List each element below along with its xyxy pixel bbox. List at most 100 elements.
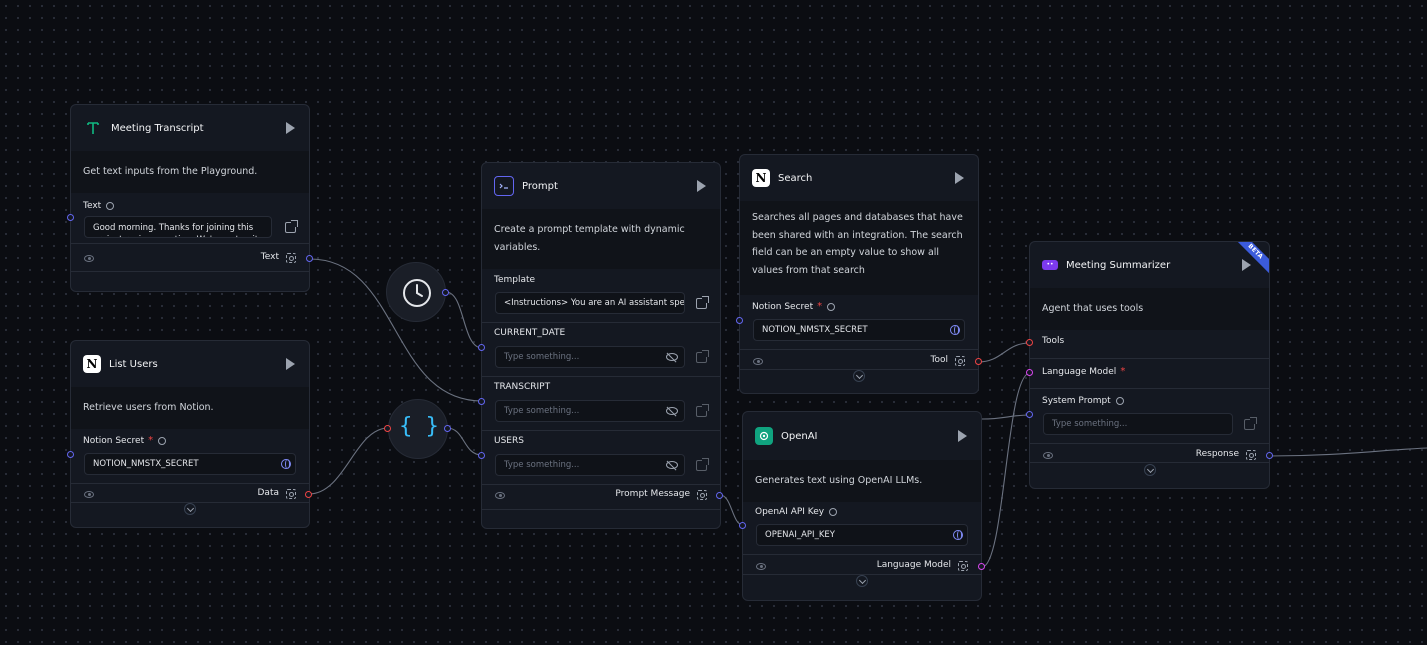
external-link-icon[interactable] xyxy=(696,458,709,471)
required-marker: * xyxy=(817,301,823,312)
input-handle-tools[interactable] xyxy=(1026,339,1033,346)
output-handle-current-date[interactable] xyxy=(442,289,449,296)
transcript-input[interactable]: Type something... xyxy=(495,400,685,422)
node-title: Meeting Summarizer xyxy=(1066,259,1171,271)
inspect-output-icon[interactable] xyxy=(286,489,296,499)
node-prompt[interactable]: Prompt Create a prompt template with dyn… xyxy=(481,162,721,529)
input-handle-transcript[interactable] xyxy=(478,398,485,405)
input-handle-users[interactable] xyxy=(478,452,485,459)
users-input[interactable]: Type something... xyxy=(495,454,685,476)
var-label: TRANSCRIPT xyxy=(494,382,551,392)
globe-icon[interactable] xyxy=(953,530,963,540)
chevron-down-icon[interactable] xyxy=(853,370,865,382)
curly-braces-icon: { } xyxy=(399,414,439,439)
notion-secret-input[interactable]: NOTION_NMSTX_SECRET xyxy=(84,453,296,475)
run-button[interactable] xyxy=(286,122,295,134)
inspect-output-icon[interactable] xyxy=(286,253,296,263)
inspect-output-icon[interactable] xyxy=(697,490,707,500)
eye-off-icon[interactable] xyxy=(666,353,678,361)
info-icon xyxy=(106,202,115,210)
eye-off-icon[interactable] xyxy=(666,461,678,469)
info-icon xyxy=(158,436,167,445)
current-date-input[interactable]: Type something... xyxy=(495,346,685,368)
run-button[interactable] xyxy=(697,180,706,192)
eye-off-icon[interactable] xyxy=(666,407,678,415)
output-label: Response xyxy=(1195,449,1239,459)
edge-prompt-to-openai xyxy=(719,494,744,526)
globe-icon[interactable] xyxy=(950,325,960,335)
output-handle-data[interactable] xyxy=(305,491,312,498)
eye-icon[interactable] xyxy=(495,492,505,499)
chevron-down-icon[interactable] xyxy=(184,503,196,515)
chevron-down-icon[interactable] xyxy=(856,575,868,587)
node-description: Agent that uses tools xyxy=(1030,288,1269,330)
edge-parser-to-prompt xyxy=(446,427,483,456)
required-marker: * xyxy=(148,435,154,446)
eye-icon[interactable] xyxy=(753,358,763,365)
run-button[interactable] xyxy=(958,430,967,442)
run-button[interactable] xyxy=(955,172,964,184)
text-input[interactable]: Good morning. Thanks for joining this pr… xyxy=(84,216,272,238)
output-handle-text[interactable] xyxy=(306,255,313,262)
external-link-icon[interactable] xyxy=(1244,417,1257,430)
external-link-icon[interactable] xyxy=(696,350,709,363)
node-description: Searches all pages and databases that ha… xyxy=(740,201,978,295)
output-handle-tool[interactable] xyxy=(975,358,982,365)
input-handle-notion-secret[interactable] xyxy=(736,317,743,324)
input-handle-parser[interactable] xyxy=(384,425,391,432)
node-list-users[interactable]: N List Users Retrieve users from Notion.… xyxy=(70,340,310,528)
agent-icon: •• xyxy=(1042,260,1058,270)
input-handle-openai-api-key[interactable] xyxy=(739,522,746,529)
run-button[interactable] xyxy=(1242,259,1251,271)
external-link-icon[interactable] xyxy=(696,404,709,417)
edge-clock-to-prompt xyxy=(445,291,483,349)
template-input[interactable]: <Instructions> You are an AI assistant s… xyxy=(495,292,685,314)
input-handle-system-prompt[interactable] xyxy=(1026,411,1033,418)
external-link-icon[interactable] xyxy=(696,296,709,309)
clock-icon xyxy=(403,279,431,307)
node-search[interactable]: N Search Searches all pages and database… xyxy=(739,154,979,394)
output-handle-prompt-message[interactable] xyxy=(716,492,723,499)
info-icon xyxy=(1115,397,1124,405)
inspect-output-icon[interactable] xyxy=(1246,450,1256,460)
output-handle-parser[interactable] xyxy=(444,425,451,432)
input-handle-notion-secret[interactable] xyxy=(67,451,74,458)
node-title: OpenAI xyxy=(781,430,818,442)
field-label: Text xyxy=(83,201,102,211)
eye-icon[interactable] xyxy=(84,491,94,498)
openai-api-key-input[interactable]: OPENAI_API_KEY xyxy=(756,524,968,546)
run-button[interactable] xyxy=(286,358,295,370)
field-label: Notion Secret xyxy=(752,301,814,312)
system-prompt-input[interactable]: Type something... xyxy=(1043,413,1233,435)
eye-icon[interactable] xyxy=(756,563,766,570)
node-meeting-transcript[interactable]: Meeting Transcript Get text inputs from … xyxy=(70,104,310,292)
notion-icon: N xyxy=(752,169,770,187)
edge-search-to-agent-tools xyxy=(977,342,1031,363)
node-current-date[interactable] xyxy=(386,262,446,322)
text-type-icon xyxy=(83,118,103,138)
input-handle-current-date[interactable] xyxy=(478,344,485,351)
system-prompt-label: System Prompt xyxy=(1042,396,1111,406)
output-handle-response[interactable] xyxy=(1266,452,1273,459)
chevron-down-icon[interactable] xyxy=(1144,464,1156,476)
output-label: Prompt Message xyxy=(615,489,690,499)
edge-listusers-to-parser xyxy=(308,427,389,495)
external-link-icon[interactable] xyxy=(285,220,298,233)
info-icon xyxy=(827,302,836,311)
notion-secret-input[interactable]: NOTION_NMSTX_SECRET xyxy=(753,319,965,341)
node-title: Search xyxy=(778,172,813,184)
output-handle-language-model[interactable] xyxy=(978,563,985,570)
eye-icon[interactable] xyxy=(1043,452,1053,459)
output-label: Data xyxy=(257,488,280,498)
input-handle-language-model[interactable] xyxy=(1026,369,1033,376)
globe-icon[interactable] xyxy=(281,459,291,469)
node-meeting-summarizer[interactable]: BETA •• Meeting Summarizer Agent that us… xyxy=(1029,241,1270,489)
language-model-label: Language Model xyxy=(1042,366,1117,377)
inspect-output-icon[interactable] xyxy=(955,356,965,366)
node-parse-data[interactable]: { } xyxy=(388,399,448,459)
eye-icon[interactable] xyxy=(84,255,94,262)
node-title: Prompt xyxy=(522,180,558,192)
inspect-output-icon[interactable] xyxy=(958,561,968,571)
input-handle-text[interactable] xyxy=(67,214,74,221)
node-openai[interactable]: OpenAI Generates text using OpenAI LLMs.… xyxy=(742,411,982,601)
